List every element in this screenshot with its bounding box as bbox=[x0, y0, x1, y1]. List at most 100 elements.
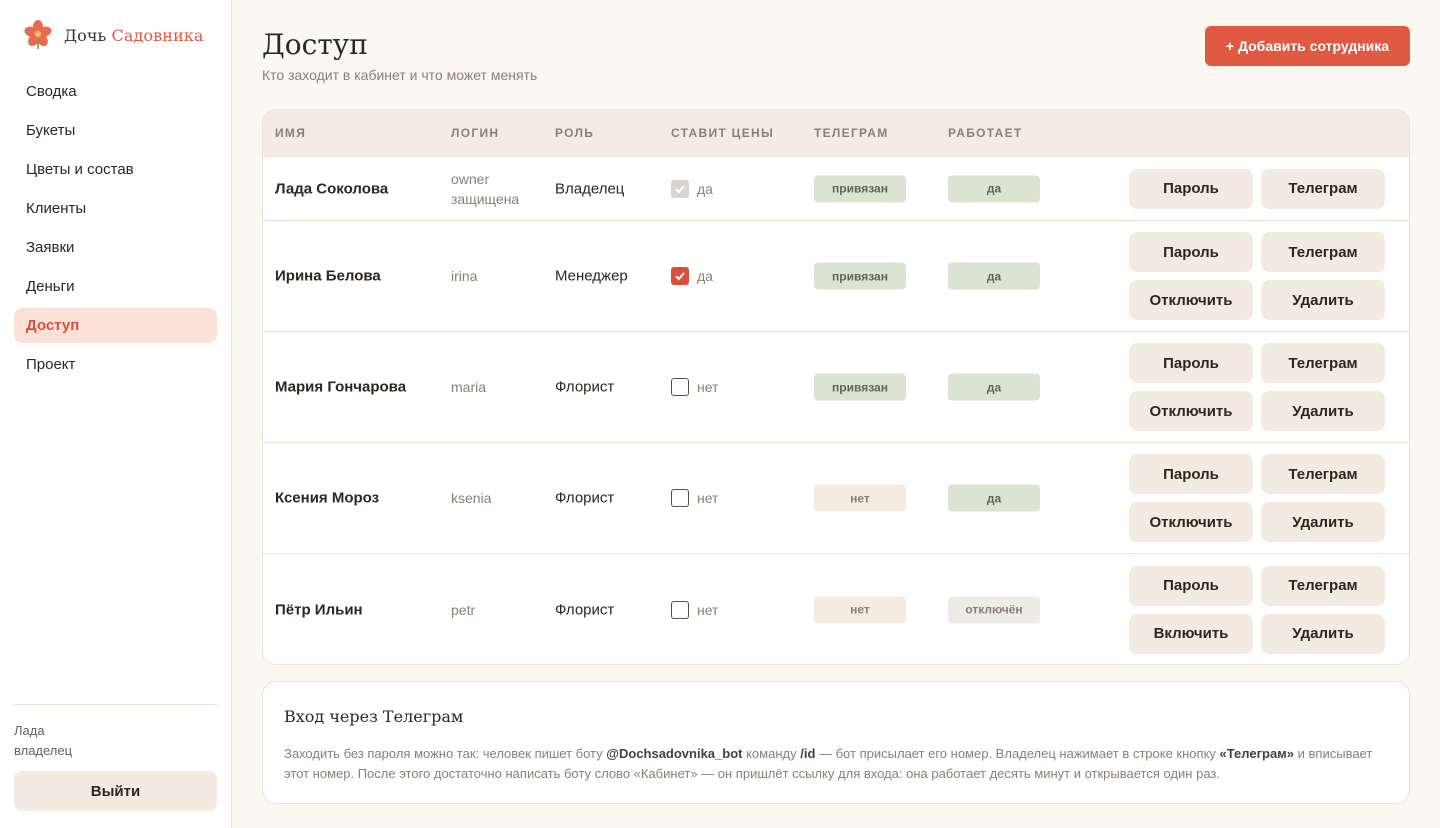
works-status-badge: отключён bbox=[948, 596, 1040, 623]
brand-name: Дочь Садовника bbox=[64, 25, 204, 45]
sidebar-divider bbox=[14, 704, 217, 705]
sets-prices-checkbox[interactable] bbox=[671, 600, 689, 619]
works-status-badge: да bbox=[948, 373, 1040, 401]
logout-button[interactable]: Выйти bbox=[14, 771, 217, 811]
column-header-name: ИМЯ bbox=[275, 126, 307, 140]
disable-button[interactable]: Отключить bbox=[1129, 502, 1253, 542]
employee-role: Флорист bbox=[555, 378, 615, 396]
sets-prices-checkbox[interactable] bbox=[671, 489, 689, 507]
employee-login: petr bbox=[451, 601, 476, 618]
employee-role: Владелец bbox=[555, 180, 625, 197]
staff-table: ИМЯ ЛОГИН РОЛЬ СТАВИТ ЦЕНЫ ТЕЛЕГРАМ РАБО… bbox=[262, 109, 1410, 665]
sidebar-item-clients[interactable]: Клиенты bbox=[14, 191, 217, 226]
delete-button[interactable]: Удалить bbox=[1261, 391, 1385, 431]
add-employee-button[interactable]: + Добавить сотрудника bbox=[1205, 26, 1410, 66]
table-row: Ирина Белова irina Менеджер да привязан … bbox=[263, 221, 1409, 332]
telegram-status-badge: привязан bbox=[814, 262, 906, 290]
sidebar-item-orders[interactable]: Заявки bbox=[14, 230, 217, 265]
delete-button[interactable]: Удалить bbox=[1261, 280, 1385, 320]
sidebar: Дочь Садовника Сводка Букеты Цветы и сос… bbox=[0, 0, 232, 828]
sets-prices-checkbox bbox=[671, 179, 689, 198]
sets-prices-checkbox[interactable] bbox=[671, 267, 689, 285]
employee-role: Менеджер bbox=[555, 267, 628, 285]
table-header: ИМЯ ЛОГИН РОЛЬ СТАВИТ ЦЕНЫ ТЕЛЕГРАМ РАБО… bbox=[263, 110, 1409, 157]
sets-prices-label: нет bbox=[697, 379, 719, 395]
page-title: Доступ bbox=[262, 28, 368, 61]
works-status-badge: да bbox=[948, 262, 1040, 290]
sets-prices: нет bbox=[671, 600, 719, 619]
telegram-login-info: Вход через Телеграм Заходить без пароля … bbox=[262, 681, 1410, 804]
password-button[interactable]: Пароль bbox=[1129, 565, 1253, 606]
brand[interactable]: Дочь Садовника bbox=[24, 20, 204, 50]
sidebar-nav: Сводка Букеты Цветы и состав Клиенты Зая… bbox=[14, 74, 217, 386]
telegram-button-ref: «Телеграм» bbox=[1219, 746, 1295, 761]
column-header-role: РОЛЬ bbox=[555, 126, 595, 140]
column-header-works: РАБОТАЕТ bbox=[948, 126, 1023, 140]
table-row: Мария Гончарова maria Флорист нет привяз… bbox=[263, 332, 1409, 443]
checkmark-icon bbox=[675, 184, 685, 193]
employee-name: Ирина Белова bbox=[275, 267, 381, 285]
row-actions: Пароль Телеграм Отключить Удалить bbox=[1129, 343, 1385, 431]
sets-prices: нет bbox=[671, 378, 718, 396]
column-header-price: СТАВИТ ЦЕНЫ bbox=[671, 126, 775, 140]
employee-name: Пётр Ильин bbox=[275, 601, 363, 618]
row-actions: Пароль Телеграм Отключить Удалить bbox=[1129, 454, 1385, 542]
disable-button[interactable]: Отключить bbox=[1129, 391, 1253, 431]
column-header-telegram: ТЕЛЕГРАМ bbox=[814, 126, 889, 140]
current-user-role: владелец bbox=[14, 743, 73, 758]
sidebar-item-money[interactable]: Деньги bbox=[14, 269, 217, 304]
employee-name: Лада Соколова bbox=[275, 180, 389, 197]
employee-login: ksenia bbox=[451, 490, 492, 506]
password-button[interactable]: Пароль bbox=[1129, 454, 1253, 494]
employee-login: maria bbox=[451, 379, 487, 395]
checkmark-icon bbox=[675, 272, 685, 281]
sets-prices: нет bbox=[671, 489, 718, 507]
page-subtitle: Кто заходит в кабинет и что может менять bbox=[262, 67, 538, 83]
telegram-button[interactable]: Телеграм bbox=[1261, 454, 1385, 494]
flower-logo-icon bbox=[24, 20, 52, 49]
disable-button[interactable]: Отключить bbox=[1129, 280, 1253, 320]
password-button[interactable]: Пароль bbox=[1129, 232, 1253, 272]
employee-login: irina bbox=[451, 268, 478, 284]
delete-button[interactable]: Удалить bbox=[1261, 502, 1385, 542]
login-value: owner bbox=[451, 170, 490, 187]
enable-button[interactable]: Включить bbox=[1129, 613, 1253, 654]
sidebar-item-project[interactable]: Проект bbox=[14, 347, 217, 382]
sidebar-item-access[interactable]: Доступ bbox=[14, 308, 217, 343]
telegram-button[interactable]: Телеграм bbox=[1261, 232, 1385, 272]
telegram-button[interactable]: Телеграм bbox=[1261, 343, 1385, 383]
table-row: Лада Соколова owner защищена Владелец да… bbox=[263, 157, 1409, 221]
sets-prices-label: нет bbox=[697, 601, 719, 618]
employee-role: Флорист bbox=[555, 601, 615, 618]
sidebar-item-bouquets[interactable]: Букеты bbox=[14, 113, 217, 148]
password-button[interactable]: Пароль bbox=[1129, 168, 1253, 209]
works-status-badge: да bbox=[948, 484, 1040, 512]
bot-handle: @Dochsadovnika_bot bbox=[606, 746, 743, 761]
sets-prices-checkbox[interactable] bbox=[671, 378, 689, 396]
current-user-name: Лада bbox=[14, 723, 45, 738]
table-row: Пётр Ильин petr Флорист нет нет отключён… bbox=[263, 554, 1409, 664]
sets-prices: да bbox=[671, 179, 713, 198]
login-note: защищена bbox=[451, 190, 520, 207]
info-text: Заходить без пароля можно так: человек п… bbox=[284, 746, 1373, 781]
sidebar-item-flowers[interactable]: Цветы и состав bbox=[14, 152, 217, 187]
password-button[interactable]: Пароль bbox=[1129, 343, 1253, 383]
sets-prices-label: да bbox=[697, 180, 713, 197]
delete-button[interactable]: Удалить bbox=[1261, 613, 1385, 654]
sets-prices: да bbox=[671, 267, 713, 285]
telegram-status-badge: привязан bbox=[814, 175, 906, 202]
telegram-status-badge: нет bbox=[814, 484, 906, 512]
employee-name: Мария Гончарова bbox=[275, 378, 407, 396]
telegram-status-badge: привязан bbox=[814, 373, 906, 401]
sets-prices-label: нет bbox=[697, 490, 719, 506]
info-title: Вход через Телеграм bbox=[284, 707, 464, 726]
telegram-button[interactable]: Телеграм bbox=[1261, 168, 1385, 209]
id-command: /id bbox=[800, 746, 816, 761]
table-row: Ксения Мороз ksenia Флорист нет нет да П… bbox=[263, 443, 1409, 554]
telegram-status-badge: нет bbox=[814, 596, 906, 623]
sidebar-item-summary[interactable]: Сводка bbox=[14, 74, 217, 109]
works-status-badge: да bbox=[948, 175, 1040, 202]
employee-role: Флорист bbox=[555, 489, 615, 507]
telegram-button[interactable]: Телеграм bbox=[1261, 565, 1385, 606]
sets-prices-label: да bbox=[697, 268, 713, 284]
